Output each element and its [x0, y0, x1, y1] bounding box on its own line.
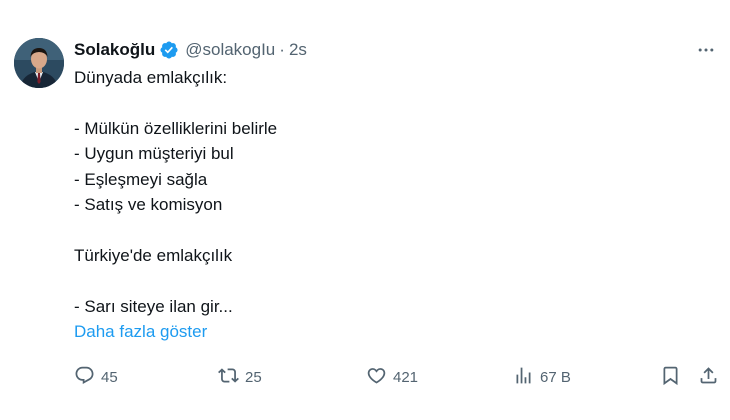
avatar[interactable]	[14, 38, 64, 88]
more-icon[interactable]	[694, 38, 718, 62]
tweet-line: - Uygun müşteriyi bul	[74, 144, 234, 164]
views-icon	[513, 365, 534, 390]
bookmark-icon	[660, 365, 681, 390]
tweet-text: Dünyada emlakçılık: - Mülkün özellikleri…	[74, 65, 704, 344]
tweet-line: - Mülkün özelliklerini belirle	[74, 118, 278, 138]
verified-badge-icon[interactable]	[159, 40, 179, 60]
tweet-line	[74, 217, 704, 242]
tweet-line: - Sarı siteye ilan gir...	[74, 296, 233, 316]
retweet-button[interactable]: 25	[218, 364, 262, 390]
reply-icon	[74, 365, 95, 390]
share-button[interactable]	[698, 364, 719, 390]
bookmark-button[interactable]	[660, 364, 681, 390]
tweet-line	[74, 268, 704, 293]
tweet-line: - Eşleşmeyi sağla	[74, 169, 208, 189]
tweet-line: Türkiye'de emlakçılık	[74, 245, 233, 265]
display-name[interactable]: Solakoğlu	[74, 40, 155, 60]
reply-count: 45	[101, 368, 118, 386]
header-separator: ·	[279, 40, 285, 59]
tweet-line: - Satış ve komisyon	[74, 194, 223, 214]
share-icon	[698, 365, 719, 390]
tweet-actions: 45 25 421 67 B	[0, 364, 730, 390]
retweet-icon	[218, 365, 239, 390]
retweet-count: 25	[245, 368, 262, 386]
author-handle[interactable]: @solakogIu	[185, 40, 275, 60]
like-count: 421	[393, 368, 419, 386]
tweet-time[interactable]: 2s	[289, 40, 307, 60]
like-icon	[366, 365, 387, 390]
tweet[interactable]: Solakoğlu @solakogIu · 2s Dünyada emlakç…	[0, 0, 730, 420]
tweet-line: Dünyada emlakçılık:	[74, 68, 228, 87]
like-button[interactable]: 421	[366, 364, 418, 390]
tweet-header: Solakoğlu @solakogIu · 2s	[74, 38, 307, 62]
reply-button[interactable]: 45	[74, 364, 118, 390]
show-more-link[interactable]: Daha fazla göster	[74, 319, 704, 344]
views-button[interactable]: 67 B	[513, 364, 571, 390]
views-count: 67 B	[540, 368, 571, 386]
tweet-line	[74, 90, 704, 115]
